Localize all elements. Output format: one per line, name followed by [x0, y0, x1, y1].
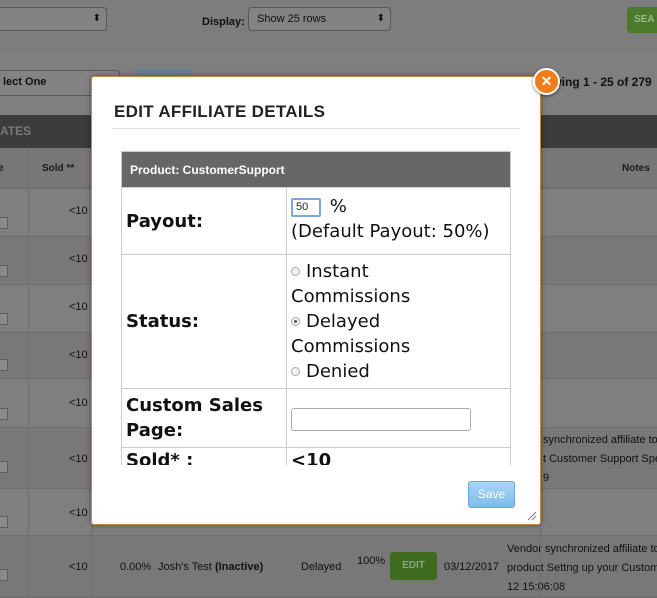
close-icon[interactable]: ✕: [533, 68, 560, 95]
row-payout: 100%: [357, 555, 386, 567]
status-option-label: Denied: [306, 361, 370, 382]
custom-sales-page-label-line: Page:: [126, 420, 184, 441]
resize-grip-icon[interactable]: [527, 511, 537, 521]
row-checkbox[interactable]: [0, 265, 8, 277]
row-notes-line: synchronized affiliate to: [543, 434, 657, 446]
section-header-title: ATES: [0, 124, 32, 138]
payout-cell: % (Default Payout: 50%): [286, 187, 511, 255]
row-sold: <10: [69, 561, 88, 573]
filter-select[interactable]: ⬍: [0, 7, 107, 31]
row-checkbox[interactable]: [0, 569, 8, 581]
col-header-sold[interactable]: Sold **: [42, 163, 74, 174]
row-checkbox[interactable]: [0, 461, 8, 473]
row-product-name: Josh's Test: [158, 561, 212, 573]
payout-unit: %: [329, 196, 347, 217]
select-caret-icon: ⬍: [376, 13, 385, 24]
modal-scroll-area[interactable]: Product: CustomerSupport Payout: % (Defa…: [121, 151, 513, 465]
custom-sales-page-cell: [286, 388, 511, 448]
row-edit-button[interactable]: EDIT: [390, 552, 437, 580]
row-checkbox[interactable]: [0, 313, 8, 325]
row-notes: synchronized affiliate to t Customer Sup…: [543, 431, 657, 488]
sold-label: Sold* :: [121, 447, 287, 465]
save-button[interactable]: Save: [468, 481, 515, 508]
col-header-notes: Notes: [622, 163, 650, 174]
filter-bar: ⬍ Display: Show 25 rows ⬍ SEA: [0, 0, 657, 53]
radio-denied[interactable]: [291, 366, 300, 376]
status-option-label-cont: Commissions: [291, 336, 411, 357]
select-caret-icon: ⬍: [92, 13, 101, 24]
status-option-delayed[interactable]: Delayed: [291, 309, 510, 334]
col-header-partial: e: [0, 163, 4, 174]
row-notes-line: 12 15:06:08: [507, 581, 566, 593]
row-notes-line: 9: [543, 472, 550, 484]
row-checkbox[interactable]: [0, 217, 8, 229]
search-button[interactable]: SEA: [627, 7, 657, 33]
row-notes-line: t Customer Support Spe: [543, 453, 657, 465]
custom-sales-page-input[interactable]: [291, 407, 471, 431]
row-checkbox[interactable]: [0, 408, 8, 420]
custom-sales-page-label: Custom Sales Page:: [121, 388, 287, 448]
row-notes: Vendor synchronized affiliate to product…: [507, 540, 657, 597]
row-checkbox[interactable]: [0, 516, 8, 528]
custom-sales-page-label-line: Custom Sales: [126, 395, 263, 416]
display-select-value: Show 25 rows: [257, 13, 327, 25]
status-options: Instant Commissions Delayed Commissions …: [286, 254, 511, 389]
product-header: Product: CustomerSupport: [121, 151, 511, 188]
status-option-instant[interactable]: Instant: [291, 259, 510, 284]
modal-title: EDIT AFFILIATE DETAILS: [114, 102, 326, 121]
payout-label: Payout:: [121, 187, 287, 255]
row-sold: <10: [69, 507, 88, 519]
row-date: 03/12/2017: [444, 561, 500, 573]
status-option-label: Instant: [306, 261, 369, 282]
row-sold: <10: [69, 397, 88, 409]
payout-input[interactable]: [291, 197, 321, 217]
row-sold: <10: [69, 453, 88, 465]
display-select[interactable]: Show 25 rows ⬍: [248, 7, 391, 31]
affiliate-details-table: Product: CustomerSupport Payout: % (Defa…: [121, 151, 511, 465]
edit-affiliate-modal: EDIT AFFILIATE DETAILS Product: Customer…: [91, 76, 541, 525]
row-sold: <10: [69, 349, 88, 361]
display-label: Display:: [202, 16, 245, 28]
row-sold: <10: [69, 205, 88, 217]
status-option-label: Delayed: [306, 311, 381, 332]
default-payout-text: (Default Payout: 50%): [291, 221, 490, 242]
row-product[interactable]: Josh's Test (Inactive): [158, 561, 263, 573]
sold-value: <10: [286, 447, 511, 465]
modal-divider: [112, 128, 520, 129]
row-status: Delayed: [301, 561, 342, 573]
row-sold: <10: [69, 301, 88, 313]
radio-instant[interactable]: [291, 266, 300, 276]
row-checkbox[interactable]: [0, 359, 8, 371]
row-conversion: 0.00%: [120, 561, 152, 573]
row-product-status: (Inactive): [214, 561, 264, 573]
row-notes-line: Vendor synchronized affiliate to: [507, 543, 657, 555]
row-sold: <10: [69, 253, 88, 265]
pagination-summary: owing 1 - 25 of 279: [545, 75, 652, 89]
column-divider: [28, 148, 29, 597]
select-one-value: lect One: [3, 76, 47, 88]
status-option-label-cont: Commissions: [291, 286, 411, 307]
status-option-denied[interactable]: Denied: [291, 359, 510, 384]
radio-delayed[interactable]: [291, 316, 300, 326]
status-label: Status:: [121, 254, 287, 389]
row-notes-line: product Settng up your Custome: [507, 562, 657, 574]
